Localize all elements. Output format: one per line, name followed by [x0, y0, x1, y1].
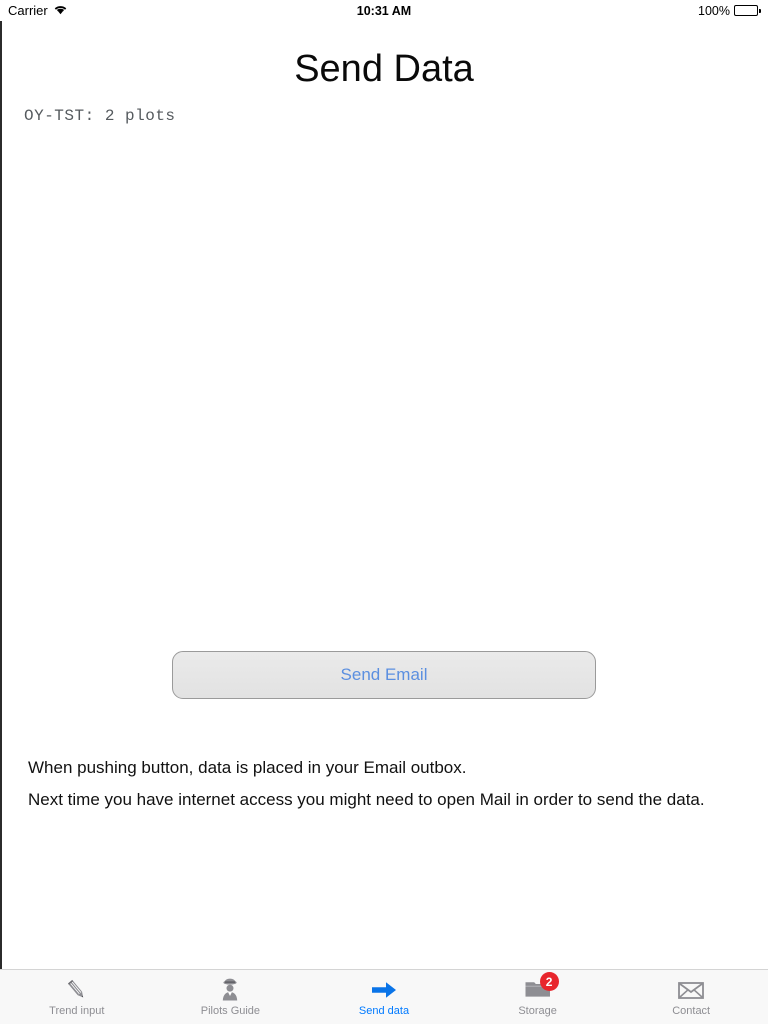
tab-send-data[interactable]: Send data: [307, 970, 461, 1024]
tab-bar: Trend input Pilots Guide Send data 2 Sto…: [0, 969, 768, 1024]
page-title: Send Data: [294, 48, 474, 90]
app-screen: Carrier 10:31 AM 100% Send Data OY-TST: …: [0, 0, 768, 1024]
plot-count-text: OY-TST: 2 plots: [24, 107, 176, 125]
battery-full-icon: [734, 5, 761, 16]
window-left-edge: [0, 21, 2, 1024]
info-text-block: When pushing button, data is placed in y…: [28, 752, 744, 816]
tab-label-send-data: Send data: [358, 1005, 410, 1017]
tab-contact[interactable]: Contact: [614, 970, 768, 1024]
send-email-button-label: Send Email: [340, 665, 428, 684]
status-bar-right: 100%: [698, 4, 761, 18]
envelope-icon: [674, 976, 708, 1003]
storage-badge: 2: [539, 972, 559, 991]
info-line-1: When pushing button, data is placed in y…: [28, 758, 467, 777]
tab-label-pilots-guide: Pilots Guide: [200, 1005, 261, 1017]
tab-pilots-guide[interactable]: Pilots Guide: [154, 970, 308, 1024]
tab-label-contact: Contact: [672, 1005, 711, 1017]
arrow-right-icon: [367, 976, 401, 1003]
tab-label-storage: Storage: [518, 1005, 557, 1017]
status-bar-time: 10:31 AM: [356, 3, 412, 18]
battery-percent-label: 100%: [698, 3, 730, 18]
pencil-icon: [60, 976, 94, 1003]
send-email-button[interactable]: Send Email: [172, 651, 596, 699]
folder-icon: 2: [521, 972, 559, 1003]
info-line-2: Next time you have internet access you m…: [28, 790, 705, 809]
tab-trend-input[interactable]: Trend input: [0, 970, 154, 1024]
tab-label-trend-input: Trend input: [49, 1005, 105, 1017]
pilot-icon: [213, 976, 247, 1003]
status-bar: Carrier 10:31 AM 100%: [0, 0, 768, 21]
tab-storage[interactable]: 2 Storage: [461, 970, 615, 1024]
